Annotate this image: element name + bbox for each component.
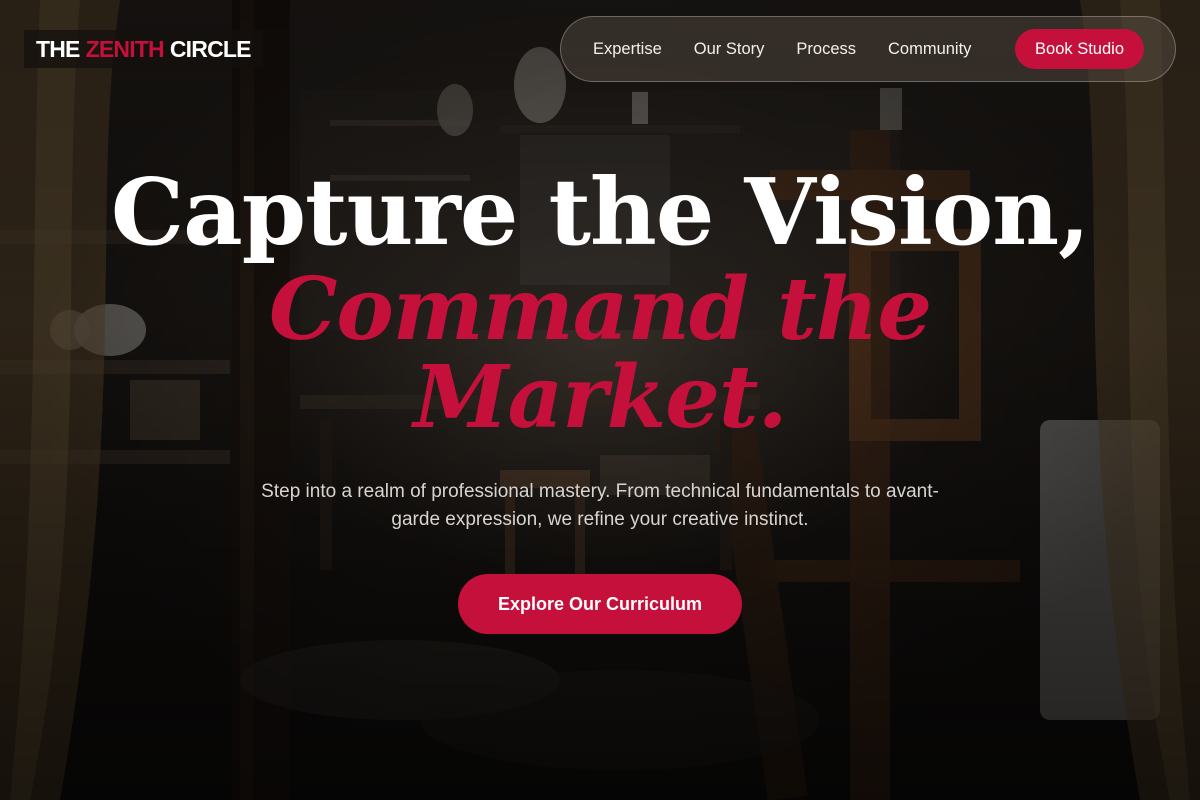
nav-link-process[interactable]: Process <box>796 40 856 59</box>
brand-logo[interactable]: THE ZENITH CIRCLE <box>24 30 263 68</box>
logo-word-2: ZENITH <box>85 35 165 62</box>
main-navigation: Expertise Our Story Process Community Bo… <box>560 16 1176 82</box>
nav-link-community[interactable]: Community <box>888 40 971 59</box>
headline-line-2: Command the <box>268 259 932 360</box>
hero-headline: Capture the Vision, Command the Market. <box>0 160 1200 444</box>
logo-word-3: CIRCLE <box>169 35 252 62</box>
hero-section: THE ZENITH CIRCLE Expertise Our Story Pr… <box>0 0 1200 800</box>
nav-link-expertise[interactable]: Expertise <box>593 40 662 59</box>
book-studio-button[interactable]: Book Studio <box>1015 29 1144 69</box>
explore-curriculum-button[interactable]: Explore Our Curriculum <box>458 574 742 634</box>
nav-link-our-story[interactable]: Our Story <box>694 40 765 59</box>
hero-subtitle: Step into a realm of professional master… <box>261 481 939 530</box>
headline-line-1: Capture the Vision, <box>110 158 1090 266</box>
logo-word-1: THE <box>36 35 80 62</box>
headline-line-3: Market. <box>413 347 787 448</box>
